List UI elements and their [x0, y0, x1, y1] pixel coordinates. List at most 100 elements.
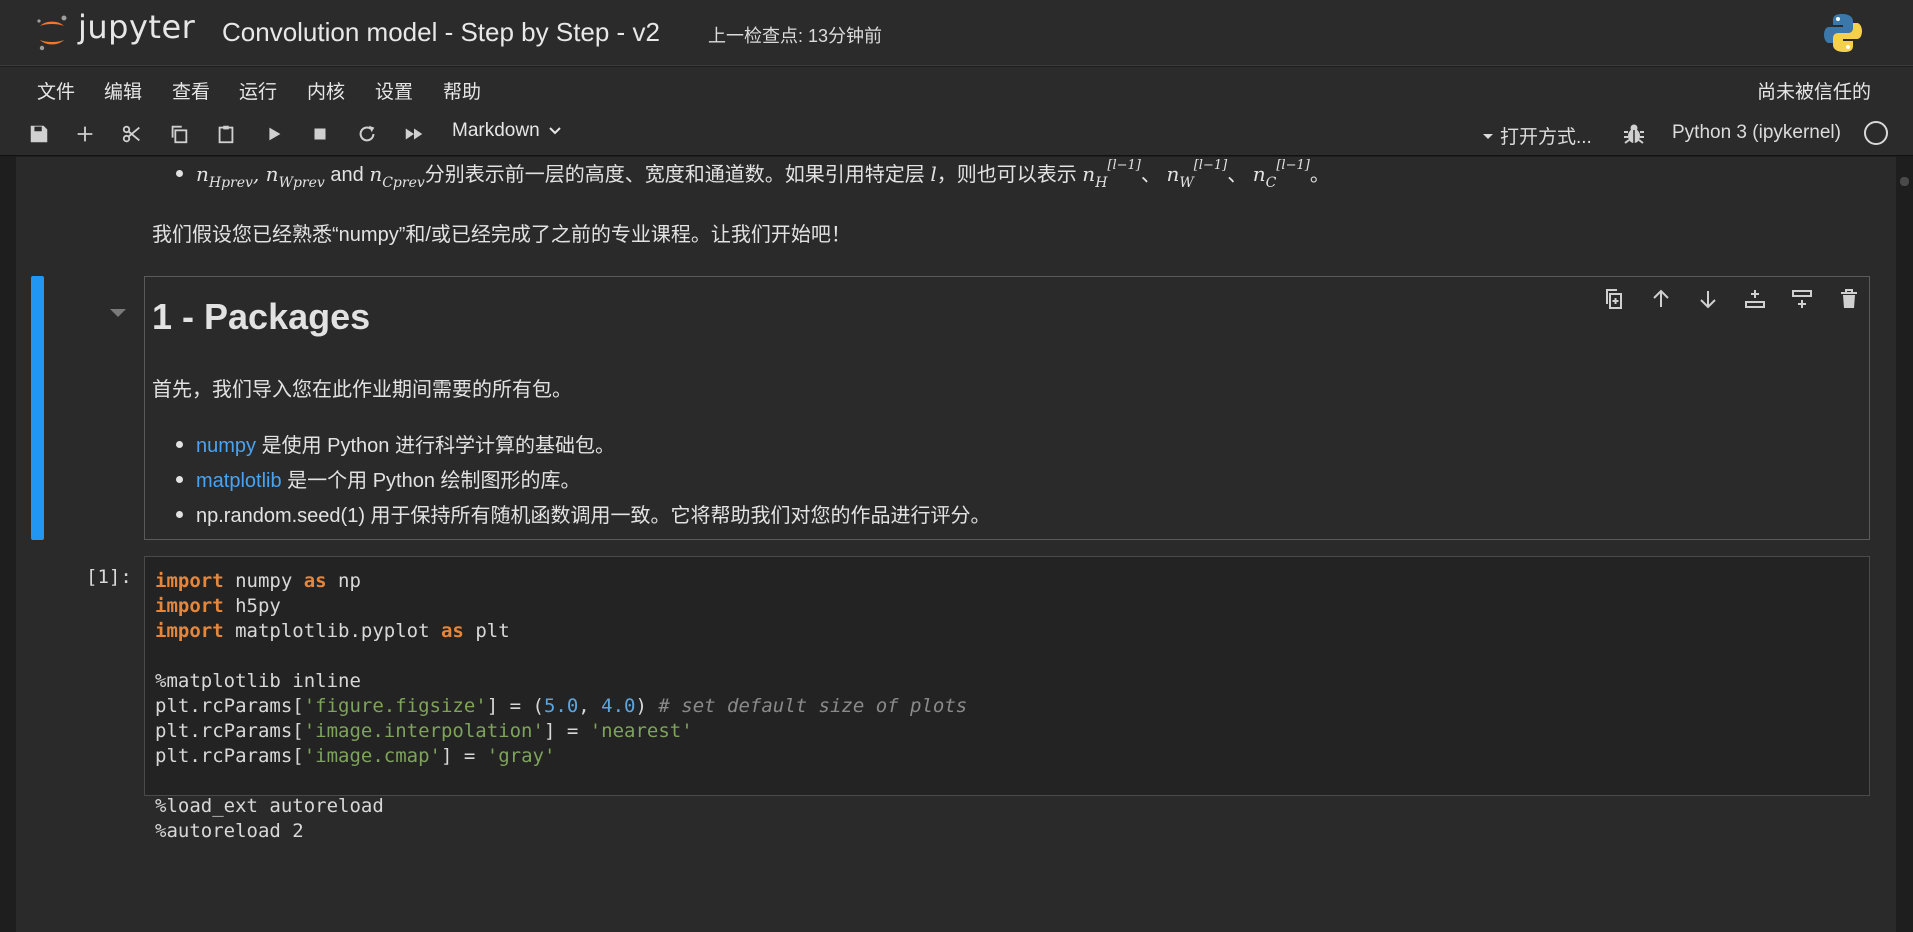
paste-icon	[218, 125, 234, 144]
code-line: %matplotlib inline	[155, 666, 967, 692]
code-token: ] = (	[486, 695, 544, 717]
checkpoint-status: 上一检查点: 13分钟前	[708, 26, 883, 46]
open-with-label: 打开方式...	[1500, 127, 1592, 148]
insert-below-icon	[1792, 290, 1812, 308]
scrollbar[interactable]	[1896, 157, 1913, 932]
code-token: import	[155, 595, 224, 617]
code-line: %load_ext autoreload	[155, 791, 967, 817]
menu-file[interactable]: 文件	[37, 77, 75, 104]
scrollbar-thumb[interactable]	[1900, 177, 1909, 186]
jupyter-logo-text: jupyter	[78, 8, 196, 46]
list-item: numpy 是使用 Python 进行科学计算的基础包。	[196, 435, 615, 457]
code-editor[interactable]: import numpy as np import h5py import matp…	[155, 566, 968, 842]
code-line: import numpy as np	[155, 566, 967, 592]
code-token: 'image.interpolation'	[303, 720, 544, 742]
code-token: plt.rcParams[	[155, 745, 304, 767]
duplicate-cell-icon	[1606, 289, 1622, 309]
code-token: matplotlib.pyplot	[223, 620, 441, 642]
toolbar: Markdown 打开方式... Python 3 (ipykernel)	[0, 112, 1913, 156]
chevron-down-icon	[548, 127, 561, 135]
cell-type-select[interactable]: Markdown	[452, 120, 562, 142]
menu-edit[interactable]: 编辑	[104, 77, 142, 104]
code-line: plt.rcParams['image.cmap'] = 'gray'	[155, 741, 967, 767]
code-token: plt.rcParams[	[155, 695, 304, 717]
insert-below-button[interactable]	[1787, 284, 1817, 314]
insert-above-icon	[1745, 290, 1765, 308]
add-cell-button[interactable]	[69, 118, 101, 150]
menu-help[interactable]: 帮助	[443, 77, 481, 104]
matplotlib-link[interactable]: matplotlib	[196, 470, 282, 492]
list-item: matplotlib 是一个用 Python 绘制图形的库。	[196, 470, 581, 492]
open-with-menu[interactable]: 打开方式...	[1482, 122, 1592, 149]
code-token: %matplotlib inline	[155, 670, 361, 692]
python-logo-icon	[1824, 14, 1862, 52]
copy-icon	[171, 125, 188, 144]
caret-down-icon	[1483, 133, 1493, 139]
delete-cell-button[interactable]	[1834, 284, 1864, 314]
code-line: plt.rcParams['image.interpolation'] = 'n…	[155, 716, 967, 742]
move-down-button[interactable]	[1693, 284, 1723, 314]
menu-settings[interactable]: 设置	[375, 77, 413, 104]
active-cell-marker	[31, 276, 44, 540]
code-token: import	[155, 570, 224, 592]
paste-button[interactable]	[210, 118, 242, 150]
run-button[interactable]	[258, 118, 290, 150]
header: jupyter Convolution model - Step by Step…	[0, 0, 1913, 66]
code-line: plt.rcParams['figure.figsize'] = (5.0, 4…	[155, 691, 968, 717]
move-down-icon	[1700, 291, 1716, 309]
stop-button[interactable]	[304, 118, 336, 150]
code-token: # set default size of plots	[658, 695, 968, 717]
restart-icon	[359, 125, 375, 142]
numpy-link[interactable]: numpy	[196, 435, 256, 457]
section-heading: 1 - Packages	[152, 296, 371, 337]
collapse-heading-icon[interactable]	[110, 309, 126, 317]
code-token: 5.0	[543, 695, 579, 717]
kernel-status-icon	[1864, 121, 1888, 145]
add-icon	[77, 126, 93, 142]
code-token: 'figure.figsize'	[303, 695, 487, 717]
md-intro-text: 首先，我们导入您在此作业期间需要的所有包。	[152, 379, 572, 401]
save-icon	[30, 125, 48, 143]
menu-kernel[interactable]: 内核	[307, 77, 345, 104]
menu-run[interactable]: 运行	[239, 77, 277, 104]
restart-button[interactable]	[351, 118, 383, 150]
code-token: as	[440, 620, 464, 642]
code-line: %autoreload 2	[155, 816, 967, 842]
jupyter-logo-icon[interactable]	[34, 12, 70, 54]
insert-above-button[interactable]	[1740, 284, 1770, 314]
code-token: plt.rcParams[	[155, 720, 304, 742]
duplicate-cell-button[interactable]	[1599, 284, 1629, 314]
move-up-button[interactable]	[1646, 284, 1676, 314]
bullet-dot	[176, 476, 183, 483]
code-token: 4.0	[601, 695, 636, 717]
code-token: as	[303, 570, 327, 592]
code-line: import h5py	[155, 591, 967, 617]
code-token: import	[155, 620, 224, 642]
code-token: np	[326, 570, 361, 592]
menu-view[interactable]: 查看	[172, 77, 210, 104]
trust-status[interactable]: 尚未被信任的	[1757, 77, 1871, 104]
debugger-bug-icon[interactable]	[1622, 122, 1646, 146]
copy-button[interactable]	[163, 118, 195, 150]
kernel-name[interactable]: Python 3 (ipykernel)	[1672, 122, 1841, 144]
cut-button[interactable]	[116, 118, 148, 150]
code-token: ] =	[441, 745, 487, 767]
run-all-icon	[405, 128, 423, 140]
bullet-dot	[176, 511, 183, 518]
code-token: )	[635, 695, 659, 717]
code-token: 'image.cmap'	[303, 745, 441, 767]
run-all-button[interactable]	[398, 118, 430, 150]
code-token: numpy	[223, 570, 304, 592]
delete-cell-icon	[1841, 289, 1857, 308]
notebook-title[interactable]: Convolution model - Step by Step - v2	[222, 17, 660, 48]
code-token: %autoreload 2	[155, 820, 304, 842]
list-item: np.random.seed(1) 用于保持所有随机函数调用一致。它将帮助我们对…	[196, 505, 991, 527]
stop-icon	[314, 128, 326, 140]
move-up-icon	[1653, 289, 1669, 307]
save-button[interactable]	[23, 118, 55, 150]
execution-count: [1]:	[86, 566, 132, 588]
cell-type-label: Markdown	[452, 120, 540, 141]
code-token: 'nearest'	[589, 720, 693, 742]
